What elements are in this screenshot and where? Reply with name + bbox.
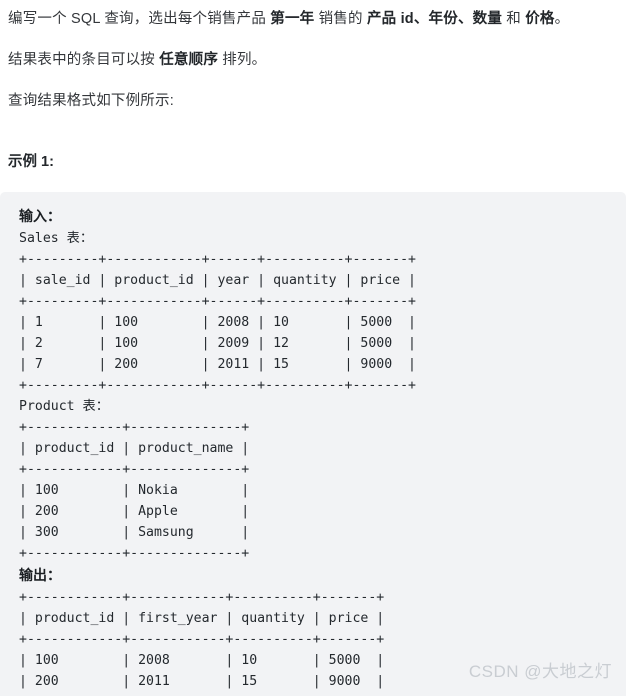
ordering-note-paragraph: 结果表中的条目可以按 任意顺序 排列。 [0,50,626,72]
code-line: | 100 | 2008 | 10 | 5000 | [19,653,385,669]
problem-statement-paragraph: 编写一个 SQL 查询，选出每个销售产品 第一年 销售的 产品 id、年份、数量… [0,9,626,31]
code-line: | sale_id | product_id | year | quantity… [19,273,416,289]
code-line: +------------+--------------+ [19,462,250,478]
code-line: | 100 | Nokia | [19,483,250,499]
text-run: 。 [554,11,570,27]
output-label: 输出： [19,567,61,584]
text-run: 价格 [525,11,555,27]
product-table-ascii: +------------+--------------+ | product_i… [19,417,626,564]
text-run: 任意顺序 [159,51,219,68]
code-line: +---------+------------+------+---------… [19,252,416,268]
text-run: 产品 id、年份、数量 [366,11,503,27]
code-line: | 1 | 100 | 2008 | 10 | 5000 | [19,315,416,331]
code-line: +---------+------------+------+---------… [19,378,416,394]
document-page: 编写一个 SQL 查询，选出每个销售产品 第一年 销售的 产品 id、年份、数量… [0,0,626,696]
text-run: 查询结果格式如下例所示: [8,92,174,109]
code-line: +------------+------------+----------+--… [19,632,385,648]
code-line: +------------+------------+----------+--… [19,692,626,696]
code-line: | product_id | first_year | quantity | p… [19,611,385,627]
code-line: | 7 | 200 | 2011 | 15 | 9000 | [19,357,416,373]
code-line: | product_id | product_name | [19,441,250,457]
example-heading: 示例 1: [8,154,54,171]
example-code-block: 输入： Sales 表： +---------+------------+---… [0,192,626,696]
format-note-paragraph: 查询结果格式如下例所示: [0,91,626,113]
code-line: | 2 | 100 | 2009 | 12 | 5000 | [19,336,416,352]
code-line: +------------+------------+----------+--… [19,590,385,606]
text-run: 排列。 [218,51,267,68]
text-run: 销售的 [314,11,367,27]
sales-table-caption: Sales 表： [19,231,94,247]
text-run: 和 [502,11,526,27]
code-line: | 200 | Apple | [19,504,250,520]
code-line: +------------+--------------+ [19,546,250,562]
code-line: | 200 | 2011 | 15 | 9000 | [19,674,385,690]
code-line: +---------+------------+------+---------… [19,294,416,310]
text-run: 第一年 [270,11,315,27]
code-line: +------------+--------------+ [19,420,250,436]
code-line: | 300 | Samsung | [19,525,250,541]
product-table-caption: Product 表： [19,399,109,415]
input-label: 输入： [19,208,61,225]
output-table-ascii: +------------+------------+----------+--… [19,587,626,696]
text-run: 结果表中的条目可以按 [8,51,160,68]
text-run: 编写一个 SQL 查询，选出每个销售产品 [8,11,271,27]
sales-table-ascii: +---------+------------+------+---------… [19,249,626,396]
